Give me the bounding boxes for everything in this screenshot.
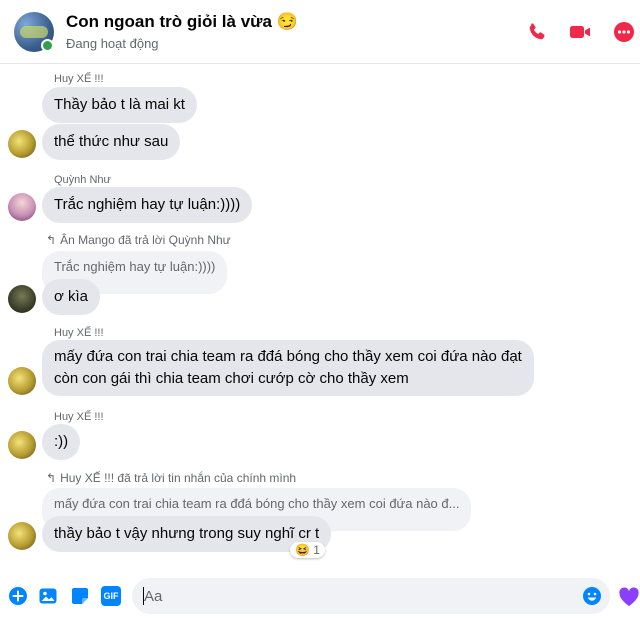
avatar[interactable]	[8, 130, 36, 158]
sender-name: Huy XẾ !!!	[54, 327, 104, 339]
sticker-icon[interactable]	[70, 586, 90, 606]
message-bubble[interactable]: mấy đứa con trai chia team ra đđá bóng c…	[42, 340, 534, 396]
message-bubble[interactable]: ơ kìa	[42, 279, 101, 315]
message-bubble[interactable]: thầy bảo t vậy nhưng trong suy nghĩ cr t	[42, 516, 332, 552]
message-bubble[interactable]: :))	[42, 424, 81, 460]
message-reaction[interactable]: 😆 1	[290, 542, 325, 558]
conversation-title[interactable]: Con ngoan trò giỏi là vừa 😏	[66, 12, 298, 32]
message-composer: GIF	[0, 574, 640, 618]
laugh-reaction-icon: 😆	[295, 543, 310, 557]
avatar[interactable]	[8, 193, 36, 221]
reply-arrow-icon: ↰	[46, 233, 57, 247]
gif-icon[interactable]: GIF	[101, 586, 121, 606]
avatar[interactable]	[8, 285, 36, 313]
phone-icon[interactable]	[525, 20, 549, 44]
message-line: còn con gái thì chia team chơi cướp cờ c…	[54, 370, 409, 387]
reply-indicator: ↰ Ân Mango đã trả lời Quỳnh Như	[46, 233, 231, 247]
emoji-icon[interactable]	[582, 586, 602, 606]
reply-indicator: ↰ Huy XẾ !!! đã trả lời tin nhắn của chín…	[46, 471, 296, 485]
online-status-dot	[41, 39, 54, 52]
sender-name: Huy XẾ !!!	[54, 411, 104, 423]
message-line: mấy đứa con trai chia team ra đđá bóng c…	[54, 348, 522, 365]
sender-name: Huy XẾ !!!	[54, 73, 104, 85]
reply-info-text: Ân Mango đã trả lời Quỳnh Như	[60, 233, 231, 247]
message-bubble[interactable]: Thầy bảo t là mai kt	[42, 87, 197, 123]
avatar[interactable]	[8, 431, 36, 459]
text-caret	[143, 587, 144, 605]
conversation-header: Con ngoan trò giỏi là vừa 😏 Đang hoạt độ…	[0, 0, 640, 64]
video-camera-icon[interactable]	[568, 20, 592, 44]
message-bubble[interactable]: thể thức như sau	[42, 124, 181, 160]
active-status: Đang hoạt động	[66, 36, 159, 51]
message-bubble[interactable]: Trắc nghiệm hay tự luận:))))	[42, 187, 253, 223]
message-input[interactable]	[132, 578, 610, 614]
avatar[interactable]	[8, 522, 36, 550]
more-options-icon[interactable]	[612, 20, 636, 44]
avatar[interactable]	[8, 367, 36, 395]
reply-arrow-icon: ↰	[46, 471, 57, 485]
plus-icon[interactable]	[8, 586, 28, 606]
heart-icon[interactable]	[618, 586, 640, 608]
reply-info-text: Huy XẾ !!! đã trả lời tin nhắn của chính…	[60, 471, 297, 485]
sender-name: Quỳnh Như	[54, 174, 111, 186]
photo-icon[interactable]	[38, 586, 58, 606]
reaction-count: 1	[313, 543, 320, 557]
